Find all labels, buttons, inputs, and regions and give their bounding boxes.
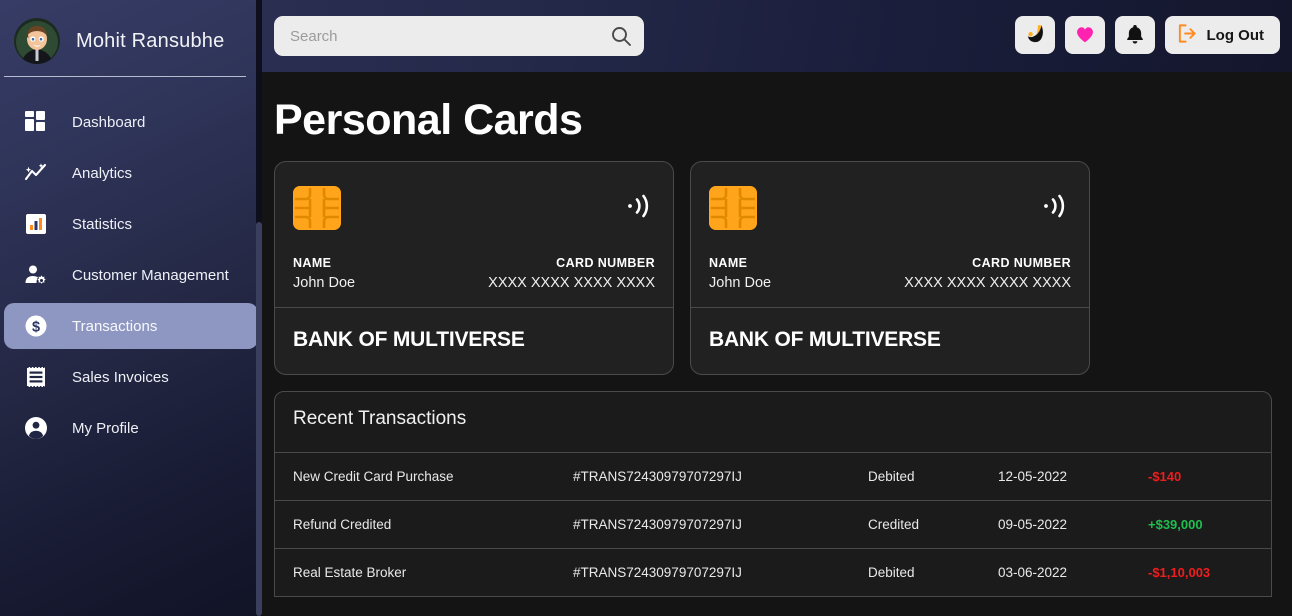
crescent-moon-icon xyxy=(1024,23,1046,48)
sidebar-item-label: Customer Management xyxy=(72,266,229,284)
table-row[interactable]: New Credit Card Purchase #TRANS724309797… xyxy=(275,452,1271,500)
contactless-wave-icon xyxy=(623,190,655,227)
transaction-type: Credited xyxy=(868,517,920,532)
dollar-coin-icon: $ xyxy=(22,312,50,340)
heart-icon xyxy=(1074,23,1096,48)
transaction-date: 12-05-2022 xyxy=(998,469,1068,484)
recent-transactions-title: Recent Transactions xyxy=(293,408,467,429)
transaction-description: Real Estate Broker xyxy=(293,565,407,580)
credit-card-header xyxy=(275,162,673,254)
transaction-reference: #TRANS72430979707297IJ xyxy=(573,565,742,580)
statistics-bar-chart-icon xyxy=(22,210,50,238)
sidebar-item-label: Transactions xyxy=(72,317,158,335)
contactless-wave-icon xyxy=(1039,190,1071,227)
avatar xyxy=(14,18,60,64)
transaction-description: Refund Credited xyxy=(293,517,392,532)
transaction-amount: +$39,000 xyxy=(1148,517,1203,532)
transaction-reference: #TRANS72430979707297IJ xyxy=(573,469,742,484)
card-number-value: XXXX XXXX XXXX XXXX xyxy=(488,275,655,291)
card-bank-name: BANK OF MULTIVERSE xyxy=(709,328,941,351)
card-name-label: NAME xyxy=(293,256,332,270)
cards-row: NAME CARD NUMBER John Doe XXXX XXXX XXXX… xyxy=(274,161,1280,375)
credit-card[interactable]: NAME CARD NUMBER John Doe XXXX XXXX XXXX… xyxy=(274,161,674,375)
receipt-invoice-icon xyxy=(22,363,50,391)
search-wrapper xyxy=(274,16,644,56)
user-avatar-icon xyxy=(14,18,60,64)
logout-label: Log Out xyxy=(1206,26,1264,44)
sidebar-item-sales-invoices[interactable]: Sales Invoices xyxy=(4,354,258,400)
profile-name: Mohit Ransubhe xyxy=(76,29,225,52)
analytics-line-chart-icon xyxy=(22,159,50,187)
credit-card-header xyxy=(691,162,1089,254)
transaction-type: Debited xyxy=(868,469,915,484)
sidebar-item-statistics[interactable]: Statistics xyxy=(4,201,258,247)
sidebar-divider xyxy=(4,76,246,77)
transaction-type: Debited xyxy=(868,565,915,580)
table-row[interactable]: Real Estate Broker #TRANS72430979707297I… xyxy=(275,548,1271,596)
sidebar-item-label: Sales Invoices xyxy=(72,368,169,386)
card-bank-name: BANK OF MULTIVERSE xyxy=(293,328,525,351)
credit-card-details: NAME CARD NUMBER John Doe XXXX XXXX XXXX… xyxy=(275,254,673,308)
user-gear-icon xyxy=(22,261,50,289)
table-row[interactable]: Refund Credited #TRANS72430979707297IJ C… xyxy=(275,500,1271,548)
card-name-value: John Doe xyxy=(709,275,772,291)
transaction-reference: #TRANS72430979707297IJ xyxy=(573,517,742,532)
sidebar-item-label: My Profile xyxy=(72,419,139,437)
transaction-date: 09-05-2022 xyxy=(998,517,1068,532)
sidebar-nav: Dashboard Analytics Statistics Customer … xyxy=(0,99,262,451)
credit-card-footer: BANK OF MULTIVERSE xyxy=(275,308,673,374)
page-content: Personal Cards NAME CARD NUMBER John Doe… xyxy=(262,72,1292,597)
sidebar-item-label: Analytics xyxy=(72,164,133,182)
sidebar-item-label: Dashboard xyxy=(72,113,146,131)
main-area: Log Out Personal Cards xyxy=(262,0,1292,616)
page-title: Personal Cards xyxy=(274,96,583,144)
svg-text:$: $ xyxy=(32,319,40,335)
credit-card-footer: BANK OF MULTIVERSE xyxy=(691,308,1089,374)
sidebar-item-my-profile[interactable]: My Profile xyxy=(4,405,258,451)
emv-chip-icon xyxy=(293,186,341,230)
transaction-amount: -$1,10,003 xyxy=(1148,565,1211,580)
favorites-button[interactable] xyxy=(1064,16,1105,54)
user-circle-icon xyxy=(22,414,50,442)
app-root: Mohit Ransubhe Dashboard Analytics Stati… xyxy=(0,0,1292,616)
card-number-value: XXXX XXXX XXXX XXXX xyxy=(904,275,1071,291)
topbar-actions: Log Out xyxy=(1014,16,1280,54)
card-number-label: CARD NUMBER xyxy=(972,256,1071,270)
transaction-description: New Credit Card Purchase xyxy=(293,469,454,484)
sidebar-item-customer-management[interactable]: Customer Management xyxy=(4,252,258,298)
sidebar-item-analytics[interactable]: Analytics xyxy=(4,150,258,196)
sidebar-item-label: Statistics xyxy=(72,215,133,233)
recent-transactions-panel: Recent Transactions New Credit Card Purc… xyxy=(274,391,1272,597)
transaction-amount: -$140 xyxy=(1148,469,1182,484)
sidebar-item-transactions[interactable]: $ Transactions xyxy=(4,303,258,349)
topbar: Log Out xyxy=(262,0,1292,72)
dashboard-grid-icon xyxy=(22,108,50,136)
card-number-label: CARD NUMBER xyxy=(556,256,655,270)
dark-mode-toggle[interactable] xyxy=(1014,16,1055,54)
credit-card[interactable]: NAME CARD NUMBER John Doe XXXX XXXX XXXX… xyxy=(690,161,1090,375)
search-input[interactable] xyxy=(274,16,644,56)
credit-card-details: NAME CARD NUMBER John Doe XXXX XXXX XXXX… xyxy=(691,254,1089,308)
notifications-button[interactable] xyxy=(1114,16,1155,54)
bell-icon xyxy=(1124,23,1146,48)
card-name-value: John Doe xyxy=(293,275,356,291)
card-name-label: NAME xyxy=(709,256,748,270)
logout-arrow-icon xyxy=(1177,23,1198,48)
sidebar-profile[interactable]: Mohit Ransubhe xyxy=(0,0,262,72)
transaction-date: 03-06-2022 xyxy=(998,565,1068,580)
sidebar: Mohit Ransubhe Dashboard Analytics Stati… xyxy=(0,0,262,616)
sidebar-item-dashboard[interactable]: Dashboard xyxy=(4,99,258,145)
emv-chip-icon xyxy=(709,186,757,230)
logout-button[interactable]: Log Out xyxy=(1164,16,1280,54)
